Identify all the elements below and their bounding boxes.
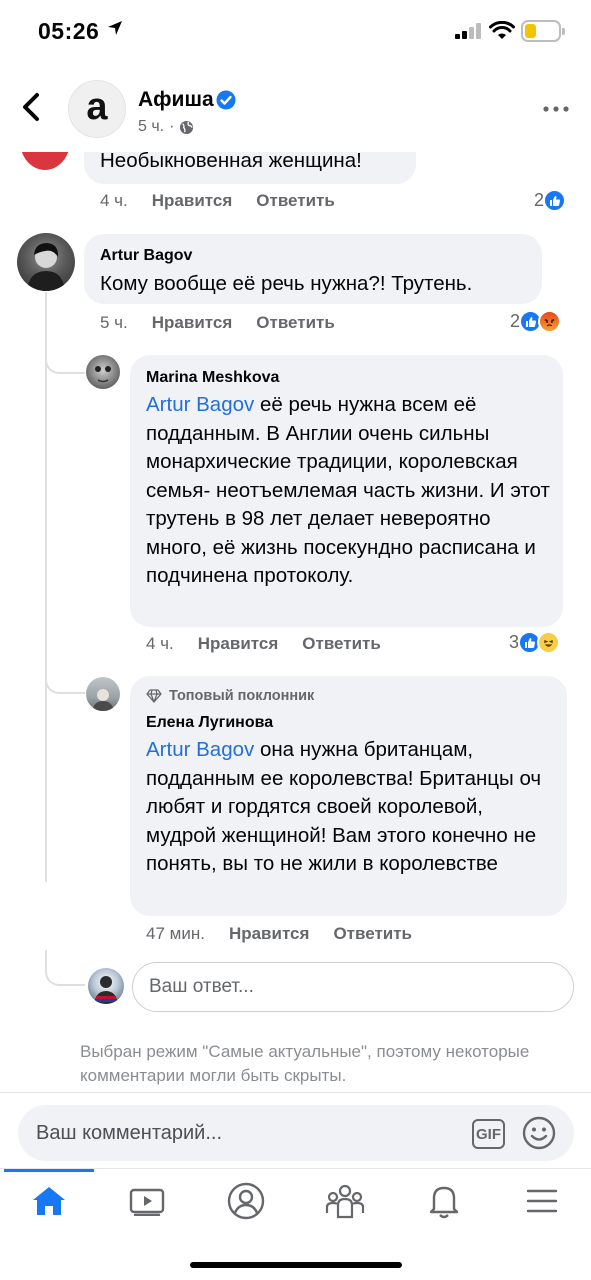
page-avatar-letter: a xyxy=(86,86,108,128)
comment-actions: 47 мин. Нравится Ответить xyxy=(146,924,412,944)
haha-reaction-icon xyxy=(537,631,561,654)
comment-actions: 5 ч. Нравится Ответить xyxy=(100,313,335,333)
tab-groups[interactable] xyxy=(320,1181,370,1221)
location-arrow-icon xyxy=(108,21,122,35)
emoji-icon[interactable] xyxy=(522,1116,556,1150)
page-name[interactable]: Афиша xyxy=(138,88,214,112)
menu-icon xyxy=(526,1189,558,1213)
comment-time: 5 ч. xyxy=(100,313,128,332)
comment-time: 4 ч. xyxy=(146,634,174,653)
thread-connector xyxy=(45,950,85,986)
comment-bubble: Marina Meshkova Artur Bagov её речь нужн… xyxy=(130,355,563,627)
reply-placeholder: Ваш ответ... xyxy=(149,976,254,997)
tab-home[interactable] xyxy=(24,1181,74,1221)
reply-link[interactable]: Ответить xyxy=(256,313,335,333)
verified-badge-icon xyxy=(216,90,236,110)
thread-line xyxy=(45,292,47,882)
home-icon xyxy=(33,1187,65,1215)
reply-link[interactable]: Ответить xyxy=(333,924,412,944)
profile-icon xyxy=(227,1182,265,1220)
reply-link[interactable]: Ответить xyxy=(256,191,335,211)
mention-link[interactable]: Artur Bagov xyxy=(146,393,254,416)
person-silhouette-icon xyxy=(27,243,65,291)
post-time: 5 ч. xyxy=(138,118,165,135)
comment-text: Кому вообще её речь нужна?! Трутень. xyxy=(100,272,473,295)
comment-author[interactable]: Artur Bagov xyxy=(100,247,192,265)
comment-body: Artur Bagov она нужна британцам, подданн… xyxy=(146,736,556,879)
meta-separator: · xyxy=(169,118,175,135)
comment-bubble: Топовый поклонник Елена Лугинова Artur B… xyxy=(130,676,567,916)
badge-label: Топовый поклонник xyxy=(169,688,315,704)
comment-author[interactable]: Marina Meshkova xyxy=(146,369,279,387)
current-user-avatar xyxy=(88,968,124,1004)
comment-text: её речь нужна всем её подданным. В Англи… xyxy=(146,393,550,587)
wifi-icon xyxy=(489,21,515,39)
comment-time: 47 мин. xyxy=(146,924,205,943)
reaction-summary[interactable]: 3 xyxy=(509,631,561,654)
face-icon xyxy=(95,366,111,383)
back-arrow-icon[interactable] xyxy=(20,92,42,122)
cellular-signal-icon xyxy=(455,23,481,39)
mention-link[interactable]: Artur Bagov xyxy=(146,738,254,761)
reply-input[interactable]: Ваш ответ... xyxy=(132,962,574,1012)
commenter-avatar[interactable] xyxy=(17,233,75,291)
reaction-summary[interactable]: 2 xyxy=(510,310,562,333)
comment-bubble: Artur Bagov Кому вообще её речь нужна?! … xyxy=(84,234,542,304)
like-link[interactable]: Нравится xyxy=(198,634,279,654)
hidden-comments-notice: Выбран режим "Самые актуальные", поэтому… xyxy=(80,1042,530,1085)
page-avatar[interactable]: a xyxy=(68,80,126,138)
notifications-icon xyxy=(429,1186,459,1219)
video-icon xyxy=(129,1188,165,1216)
comment-actions: 4 ч. Нравится Ответить xyxy=(100,191,335,211)
like-reaction-icon xyxy=(543,189,567,212)
gif-button[interactable]: GIF xyxy=(472,1119,505,1149)
status-time: 05:26 xyxy=(38,18,100,44)
angry-reaction-icon xyxy=(538,310,562,333)
post-meta: 5 ч. · xyxy=(138,118,194,136)
tab-video[interactable] xyxy=(122,1181,172,1221)
more-options-icon[interactable] xyxy=(543,106,569,112)
globe-icon xyxy=(180,120,194,134)
reply-link[interactable]: Ответить xyxy=(302,634,381,654)
like-link[interactable]: Нравится xyxy=(229,924,310,944)
like-link[interactable]: Нравится xyxy=(152,191,233,211)
home-indicator xyxy=(190,1262,402,1268)
active-tab-indicator xyxy=(4,1169,94,1172)
diamond-icon xyxy=(146,689,162,703)
thread-connector xyxy=(45,340,85,374)
post-header: a Афиша 5 ч. · xyxy=(0,62,591,152)
tab-menu[interactable] xyxy=(517,1181,567,1221)
status-bar: 05:26 xyxy=(0,0,591,62)
comment-composer-bar: Ваш комментарий... GIF xyxy=(0,1092,591,1172)
person-silhouette-icon xyxy=(94,976,118,1004)
comment-actions: 4 ч. Нравится Ответить xyxy=(146,634,381,654)
top-fan-badge: Топовый поклонник xyxy=(146,688,314,704)
battery-icon xyxy=(521,20,565,42)
thread-connector xyxy=(45,660,85,694)
tab-notifications[interactable] xyxy=(419,1181,469,1221)
tab-profile[interactable] xyxy=(221,1181,271,1221)
commenter-avatar[interactable] xyxy=(86,677,120,711)
groups-icon xyxy=(325,1184,365,1219)
reaction-summary[interactable]: 2 xyxy=(534,189,567,212)
comment-author[interactable]: Елена Лугинова xyxy=(146,714,273,732)
commenter-avatar[interactable] xyxy=(86,355,120,389)
person-silhouette-icon xyxy=(92,689,114,711)
like-link[interactable]: Нравится xyxy=(152,313,233,333)
comment-body: Artur Bagov её речь нужна всем её поддан… xyxy=(146,391,551,591)
comment-time: 4 ч. xyxy=(100,191,128,210)
comment-placeholder: Ваш комментарий... xyxy=(36,1121,223,1144)
